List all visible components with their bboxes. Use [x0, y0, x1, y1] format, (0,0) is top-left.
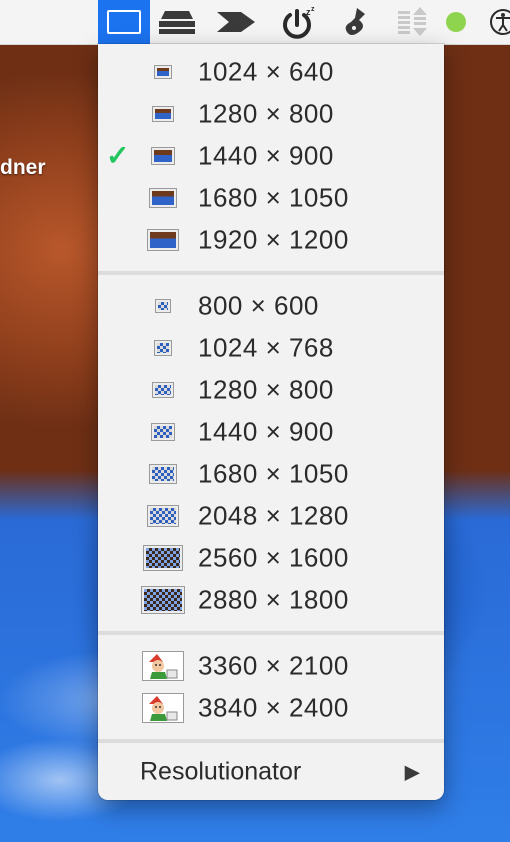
submenu-arrow-icon: ▶	[404, 761, 420, 784]
menu-separator	[98, 271, 444, 275]
arrow-icon[interactable]	[212, 0, 262, 44]
resolution-thumbnail-icon	[155, 299, 171, 313]
resolution-thumbnail-icon	[152, 382, 174, 398]
resolution-label: 1680 × 1050	[198, 458, 349, 489]
resolution-thumbnail-icon	[143, 545, 183, 571]
resolutionator-label: Resolutionator	[140, 757, 302, 786]
elf-icon	[142, 693, 184, 723]
resolution-menu: 1024 × 640 1280 × 800 ✓ 1440 × 900 1680 …	[98, 44, 444, 800]
resolution-label: 1280 × 800	[198, 374, 334, 405]
resolution-thumbnail-icon	[141, 586, 185, 614]
menu-item-resolution[interactable]: 1440 × 900	[98, 411, 444, 453]
resolution-thumbnail-icon	[149, 464, 177, 484]
resolution-thumbnail-icon	[151, 147, 175, 165]
resolution-label: 2048 × 1280	[198, 500, 349, 531]
menu-bar: z z	[0, 0, 510, 45]
equalizer-icon[interactable]	[390, 0, 434, 44]
menu-separator	[98, 739, 444, 743]
sleep-power-icon[interactable]: z z	[276, 0, 322, 44]
guitar-icon[interactable]	[336, 0, 376, 44]
resolution-label: 3360 × 2100	[198, 650, 349, 681]
resolution-thumbnail-icon	[147, 505, 179, 527]
resolution-label: 1440 × 900	[198, 416, 334, 447]
menu-separator	[98, 631, 444, 635]
resolution-label: 800 × 600	[198, 290, 319, 321]
resolution-label: 1280 × 800	[198, 98, 334, 129]
desktop-text: dner	[0, 156, 46, 179]
resolution-label: 3840 × 2400	[198, 692, 349, 723]
menu-item-resolution[interactable]: 1280 × 800	[98, 369, 444, 411]
layers-icon[interactable]	[154, 0, 200, 44]
display-icon[interactable]	[98, 0, 150, 44]
menu-item-resolution[interactable]: 3840 × 2400	[98, 687, 444, 729]
resolution-label: 2880 × 1800	[198, 584, 349, 615]
svg-text:z: z	[311, 6, 315, 13]
menu-item-resolution[interactable]: 1680 × 1050	[98, 177, 444, 219]
menu-item-resolution[interactable]: 2560 × 1600	[98, 537, 444, 579]
resolution-thumbnail-icon	[154, 340, 172, 356]
resolution-thumbnail-icon	[154, 65, 172, 79]
menu-item-resolution[interactable]: 3360 × 2100	[98, 645, 444, 687]
resolution-label: 1024 × 768	[198, 332, 334, 363]
resolution-label: 1920 × 1200	[198, 224, 349, 255]
menu-item-resolution-selected[interactable]: ✓ 1440 × 900	[98, 135, 444, 177]
menu-item-resolution[interactable]: 800 × 600	[98, 285, 444, 327]
menu-item-resolution[interactable]: 2880 × 1800	[98, 579, 444, 621]
green-dot-icon[interactable]	[444, 0, 468, 44]
checkmark-icon: ✓	[106, 140, 130, 171]
resolution-label: 1024 × 640	[198, 56, 334, 87]
accessibility-icon[interactable]	[488, 0, 510, 44]
resolution-thumbnail-icon	[147, 229, 179, 251]
elf-icon	[142, 651, 184, 681]
resolution-thumbnail-icon	[151, 423, 175, 441]
menu-item-resolution[interactable]: 1920 × 1200	[98, 219, 444, 261]
menu-item-resolution[interactable]: 1680 × 1050	[98, 453, 444, 495]
resolutionator-submenu[interactable]: Resolutionator ▶	[98, 751, 444, 793]
menu-item-resolution[interactable]: 1280 × 800	[98, 93, 444, 135]
menu-item-resolution[interactable]: 2048 × 1280	[98, 495, 444, 537]
menu-item-resolution[interactable]: 1024 × 768	[98, 327, 444, 369]
resolution-thumbnail-icon	[149, 188, 177, 208]
resolution-label: 1440 × 900	[198, 140, 334, 171]
resolution-label: 1680 × 1050	[198, 182, 349, 213]
resolution-thumbnail-icon	[152, 106, 174, 122]
menu-item-resolution[interactable]: 1024 × 640	[98, 51, 444, 93]
resolution-label: 2560 × 1600	[198, 542, 349, 573]
